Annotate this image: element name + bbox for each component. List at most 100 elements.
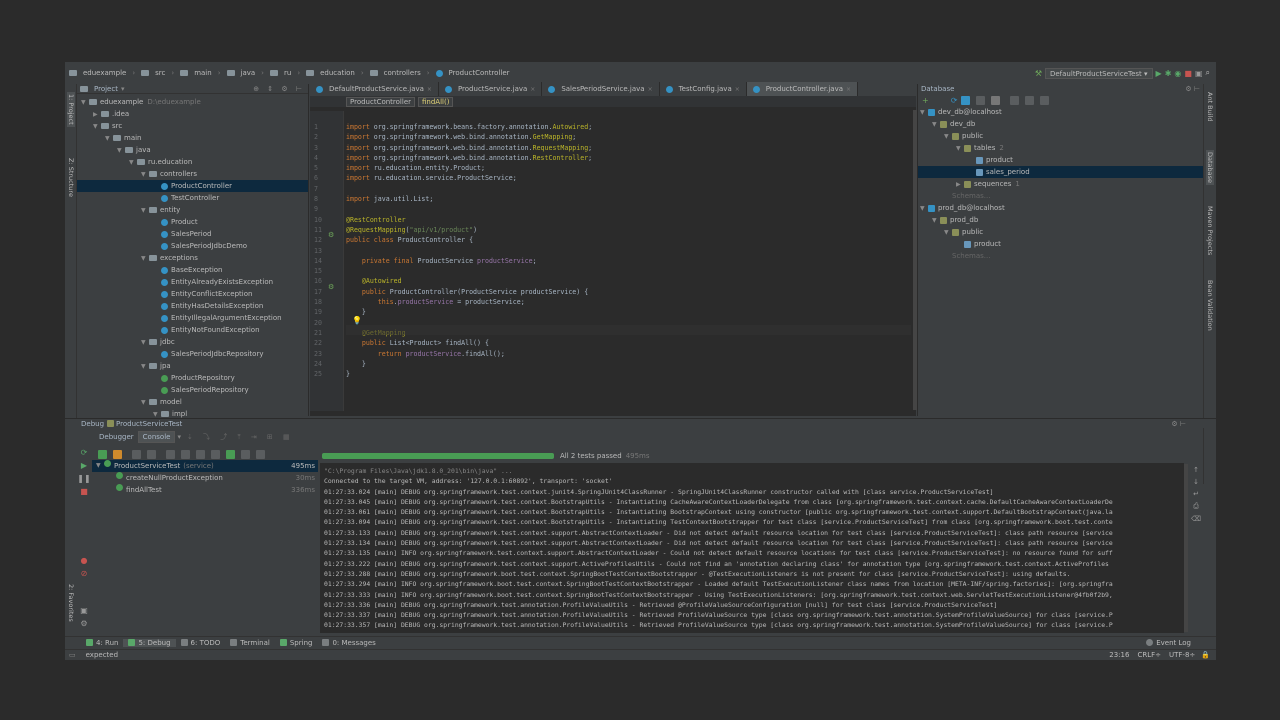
tree-row-product[interactable]: Product	[77, 216, 308, 228]
breadcrumb-item[interactable]: main	[176, 69, 216, 77]
event-log-button[interactable]: Event Log	[1141, 639, 1196, 647]
structure-tool-tab[interactable]: Z: Structure	[67, 158, 75, 197]
tree-row-productcontroller[interactable]: ProductController	[77, 180, 308, 192]
maven-tool-tab[interactable]: Maven Projects	[1206, 206, 1214, 255]
soft-wrap-icon[interactable]: ↵	[1189, 490, 1203, 498]
code-line[interactable]	[346, 266, 911, 276]
code-line[interactable]: import org.springframework.web.bind.anno…	[346, 132, 911, 142]
code-line[interactable]: }	[346, 307, 911, 317]
db-node-product[interactable]: product	[918, 154, 1203, 166]
stop-query-icon[interactable]	[991, 95, 1001, 105]
db-node-prod-db[interactable]: ▼ prod_db	[918, 214, 1203, 226]
project-tool-tab[interactable]: 1: Project	[67, 92, 75, 127]
expand-all-icon[interactable]	[166, 449, 175, 459]
code-line[interactable]: return productService.findAll();	[346, 349, 911, 359]
tab-salesperiodservice-java[interactable]: SalesPeriodService.java ×	[542, 82, 660, 96]
tree-row-testcontroller[interactable]: TestController	[77, 192, 308, 204]
bottom-tab-4-run[interactable]: 4: Run	[81, 639, 123, 647]
lock-icon[interactable]: 🔒	[1201, 651, 1210, 659]
code-line[interactable]: import org.springframework.web.bind.anno…	[346, 143, 911, 153]
debug-button-icon[interactable]: ✱	[1165, 69, 1172, 78]
tab-console[interactable]: Console	[137, 430, 176, 443]
debug-step-icons[interactable]: ⇣ ⤵ ⤴ ⤒ ⇥ ⊞ ▦	[187, 432, 294, 442]
file-encoding[interactable]: UTF-8÷	[1169, 651, 1195, 659]
close-icon[interactable]: ×	[735, 86, 740, 93]
tree-row-entityalreadyexistsexception[interactable]: EntityAlreadyExistsException	[77, 276, 308, 288]
console-output[interactable]: "C:\Program Files\Java\jdk1.8.0_201\bin\…	[320, 463, 1184, 633]
code-line[interactable]: this.productService = productService;	[346, 297, 911, 307]
cursor-position[interactable]: 23:16	[1109, 651, 1129, 659]
db-node-schemas-[interactable]: Schemas...	[918, 250, 1203, 262]
properties-icon[interactable]	[976, 95, 986, 105]
breakpoints-icon[interactable]: ●	[77, 556, 91, 565]
expand-arrow-icon[interactable]: ▼	[920, 107, 928, 119]
db-node-schemas-[interactable]: Schemas...	[918, 190, 1203, 202]
search-everywhere-icon[interactable]: ⌕	[1206, 68, 1210, 78]
tree-row-baseexception[interactable]: BaseException	[77, 264, 308, 276]
code-line[interactable]: }	[346, 359, 911, 369]
breadcrumb-item[interactable]: ru	[266, 69, 295, 77]
debug-settings-icon[interactable]: ⚙ ⊢	[1171, 420, 1186, 428]
gutter-bean-icon[interactable]: ⚙	[328, 231, 334, 239]
breadcrumb-item[interactable]: education	[302, 69, 359, 77]
close-icon[interactable]: ×	[530, 86, 535, 93]
close-icon[interactable]: ×	[427, 86, 432, 93]
panel-settings-icon[interactable]: ⊕ ⇕ ⚙ ⊢	[253, 85, 305, 93]
project-structure-icon[interactable]: ▣	[1195, 69, 1203, 78]
line-separator[interactable]: CRLF÷	[1137, 651, 1161, 659]
db-node-dev-db[interactable]: ▼ dev_db	[918, 118, 1203, 130]
import-icon[interactable]	[241, 449, 250, 459]
code-line[interactable]: @RestController	[346, 215, 911, 225]
mute-breakpoints-icon[interactable]: ⊘	[77, 569, 91, 578]
favorites-tool-tab[interactable]: 2: Favorites	[67, 584, 75, 622]
bean-validation-tool-tab[interactable]: Bean Validation	[1206, 280, 1214, 331]
close-icon[interactable]: ×	[648, 86, 653, 93]
code-line[interactable]: public ProductController(ProductService …	[346, 287, 911, 297]
build-icon[interactable]: ⚒	[1035, 69, 1042, 78]
tree-row-controllers[interactable]: ▼ controllers	[77, 168, 308, 180]
tab-testconfig-java[interactable]: TestConfig.java ×	[660, 82, 747, 96]
filter-icon[interactable]	[1040, 95, 1050, 105]
table-editor-icon[interactable]	[1010, 95, 1020, 105]
clear-console-icon[interactable]: ⌫	[1189, 515, 1203, 523]
run-button-icon[interactable]: ▶	[1156, 69, 1162, 78]
db-node-sequences[interactable]: ▶ sequences 1	[918, 178, 1203, 190]
export-icon[interactable]	[226, 449, 235, 459]
database-settings-icon[interactable]: ⚙ ⊢	[1185, 85, 1200, 93]
tab-defaultproductservice-java[interactable]: DefaultProductService.java ×	[310, 82, 439, 96]
code-line[interactable]	[346, 246, 911, 256]
code-line[interactable]: import org.springframework.beans.factory…	[346, 122, 911, 132]
code-line[interactable]: @Autowired	[346, 276, 911, 286]
tree-row-productrepository[interactable]: ProductRepository	[77, 372, 308, 384]
refresh-icon[interactable]: ⟳	[951, 96, 958, 105]
db-node-dev-db-localhost[interactable]: ▼ dev_db@localhost	[918, 106, 1203, 118]
expand-arrow-icon[interactable]: ▼	[96, 460, 104, 472]
db-node-product[interactable]: product	[918, 238, 1203, 250]
tree-row-entityconflictexception[interactable]: EntityConflictException	[77, 288, 308, 300]
scroll-up-icon[interactable]: ↑	[1189, 466, 1203, 474]
resume-icon[interactable]: ▶	[77, 461, 91, 470]
tree-row-jpa[interactable]: ▼ jpa	[77, 360, 308, 372]
db-node-public[interactable]: ▼ public	[918, 130, 1203, 142]
rerun-icon[interactable]: ⟳	[77, 448, 91, 457]
tree-row--idea[interactable]: ▶ .idea	[77, 108, 308, 120]
settings-icon[interactable]: ⚙	[77, 619, 91, 628]
collapse-all-icon[interactable]	[181, 449, 190, 459]
db-node-sales-period[interactable]: sales_period	[918, 166, 1203, 178]
sync-icon[interactable]	[961, 95, 971, 105]
bottom-tab-5-debug[interactable]: 5: Debug	[123, 638, 176, 647]
expand-arrow-icon[interactable]: ▼	[956, 143, 964, 155]
stop-icon[interactable]: ■	[1184, 69, 1192, 78]
bottom-tab-6-todo[interactable]: 6: TODO	[176, 639, 226, 647]
status-toggle-icon[interactable]: ▭	[69, 651, 76, 659]
database-panel-title[interactable]: Database	[921, 85, 954, 93]
tree-row-salesperiodjdbcdemo[interactable]: SalesPeriodJdbcDemo	[77, 240, 308, 252]
database-tool-tab[interactable]: Database	[1206, 150, 1214, 186]
code-line[interactable]: }	[346, 369, 911, 379]
ant-build-tool-tab[interactable]: Ant Build	[1206, 92, 1214, 122]
expand-arrow-icon[interactable]: ▼	[920, 203, 928, 215]
bottom-tab-terminal[interactable]: Terminal	[225, 639, 275, 647]
pause-icon[interactable]: ❚❚	[77, 474, 91, 483]
breadcrumb-item[interactable]: src	[137, 69, 169, 77]
code-line[interactable]: @RequestMapping("api/v1/product")	[346, 225, 911, 235]
